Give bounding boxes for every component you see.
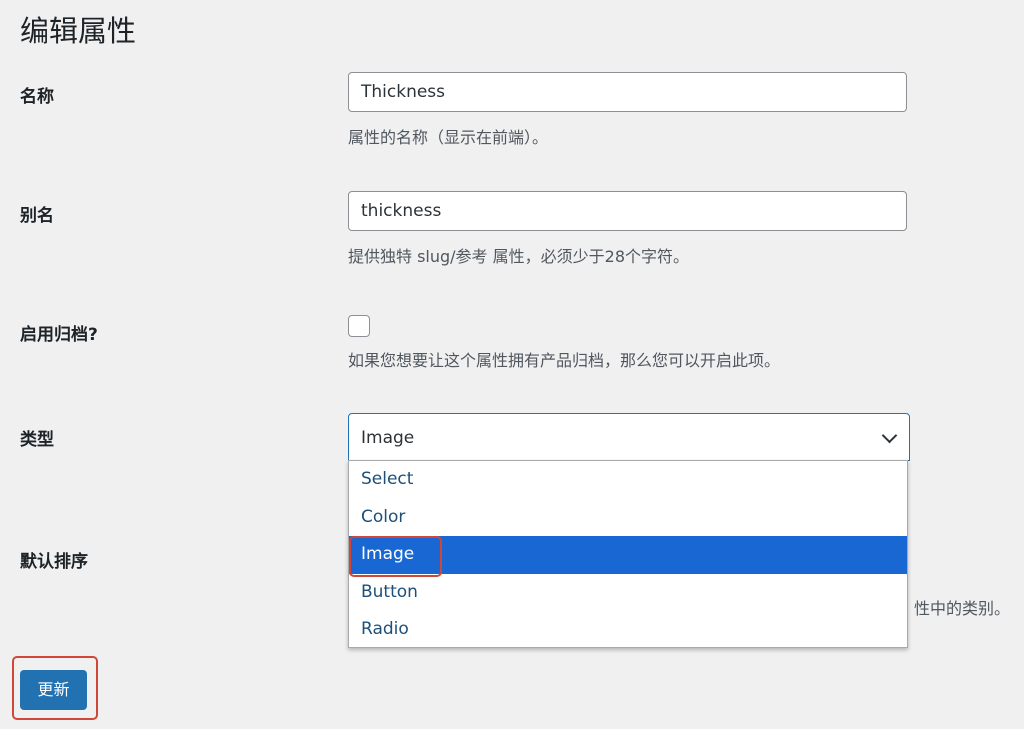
name-description: 属性的名称（显示在前端）。 [348, 128, 549, 147]
option-button[interactable]: Button [349, 574, 907, 612]
name-input[interactable]: Thickness [348, 72, 907, 112]
image-option-annotation [349, 536, 442, 577]
type-selected-value: Image [361, 428, 415, 448]
option-color[interactable]: Color [349, 499, 907, 537]
order-description: 性中的类别。 [913, 599, 1010, 618]
page-title: 编辑属性 [20, 14, 137, 48]
slug-description: 提供独特 slug/参考 属性，必须少于28个字符。 [348, 247, 690, 266]
name-label: 名称 [20, 87, 54, 107]
chevron-down-icon [881, 427, 898, 444]
type-label: 类型 [20, 430, 54, 450]
archives-label: 启用归档? [20, 325, 98, 345]
archives-checkbox[interactable] [348, 315, 370, 337]
option-select[interactable]: Select [349, 461, 907, 499]
option-radio[interactable]: Radio [349, 611, 907, 649]
slug-label: 别名 [20, 206, 54, 226]
archives-description: 如果您想要让这个属性拥有产品归档，那么您可以开启此项。 [348, 351, 781, 370]
slug-input[interactable]: thickness [348, 191, 907, 231]
type-select[interactable]: Image [348, 413, 910, 461]
order-label: 默认排序 [20, 552, 88, 572]
update-button-annotation [12, 656, 98, 720]
